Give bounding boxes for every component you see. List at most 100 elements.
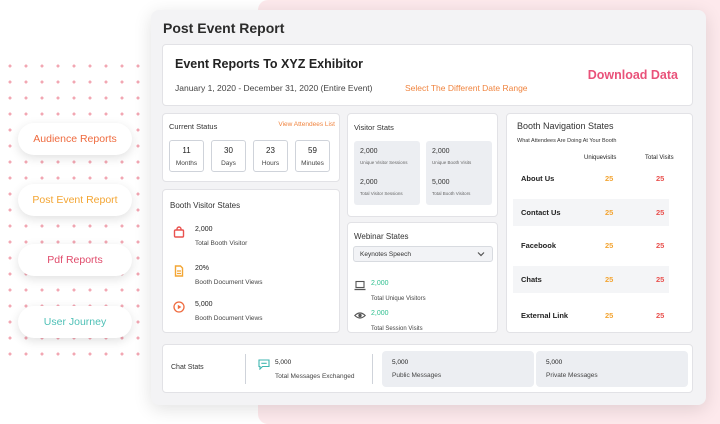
current-status-title: Current Status: [169, 122, 218, 131]
report-panel: Post Event Report Event Reports To XYZ E…: [151, 10, 706, 405]
row-unique: 25: [605, 241, 614, 250]
minutes-label: Minutes: [301, 160, 324, 167]
private-messages-tile: 5,000 Private Messages: [536, 351, 688, 387]
table-row: Chats 25 25: [513, 266, 669, 293]
chat-stats-card: Chat Stats 5,000 Total Messages Exchange…: [162, 344, 693, 393]
stat-label: Total Booth Visitors: [432, 191, 471, 196]
private-messages-value: 5,000: [546, 359, 563, 366]
column-header-unique: Uniquevisits: [584, 155, 617, 161]
visitor-stats-title: Visitor Stats: [354, 123, 394, 132]
booth-navigation-card: Booth Navigation States What Attendees A…: [506, 113, 693, 333]
row-total: 25: [656, 174, 665, 183]
days-value: 30: [224, 146, 233, 155]
row-total: 25: [656, 275, 665, 284]
total-messages-label: Total Messages Exchanged: [275, 373, 355, 380]
row-label: Chats: [521, 275, 542, 284]
view-attendees-link[interactable]: View Attendees List: [278, 121, 335, 128]
hours-box: 23 Hours: [253, 140, 288, 172]
booth-stat-value: 20%: [195, 265, 210, 272]
webinar-session-select[interactable]: Keynotes Speech: [353, 246, 493, 262]
row-label: Contact Us: [521, 208, 561, 217]
hours-label: Hours: [261, 160, 280, 167]
webinar-card: Webinar States Keynotes Speech 2,000 Tot…: [347, 222, 498, 333]
public-messages-value: 5,000: [392, 359, 409, 366]
months-value: 11: [182, 146, 191, 155]
booth-stat-label: Booth Document Views: [195, 279, 263, 286]
stat-value: 2,000: [360, 179, 378, 186]
date-range-text: January 1, 2020 - December 31, 2020 (Ent…: [175, 83, 373, 93]
private-messages-label: Private Messages: [546, 372, 598, 379]
row-unique: 25: [605, 275, 614, 284]
hours-value: 23: [266, 146, 275, 155]
table-row: About Us 25 25: [513, 165, 669, 192]
chat-stats-title: Chat Stats: [171, 364, 204, 371]
chevron-down-icon: [477, 252, 485, 257]
table-row: Facebook 25 25: [513, 232, 669, 259]
webinar-stat-value: 2,000: [371, 280, 389, 287]
sidebar-item-audience-reports[interactable]: Audience Reports: [18, 123, 132, 155]
months-box: 11 Months: [169, 140, 204, 172]
eye-icon: [354, 312, 366, 319]
sidebar-item-label: Pdf Reports: [47, 254, 103, 266]
current-status-card: Current Status View Attendees List 11 Mo…: [162, 113, 340, 182]
minutes-box: 59 Minutes: [295, 140, 330, 172]
column-header-total: Total Visits: [645, 155, 674, 161]
webinar-stat-value: 2,000: [371, 310, 389, 317]
booth-navigation-title: Booth Navigation States: [517, 121, 614, 131]
days-box: 30 Days: [211, 140, 246, 172]
total-messages-value: 5,000: [275, 359, 292, 366]
minutes-value: 59: [308, 146, 317, 155]
report-title: Event Reports To XYZ Exhibitor: [175, 57, 363, 71]
months-label: Months: [175, 160, 198, 167]
stat-label: Unique Booth Visits: [432, 160, 472, 165]
stat-label: Total Visitor Sessions: [360, 191, 403, 196]
row-unique: 25: [605, 174, 614, 183]
divider: [372, 354, 373, 384]
row-label: External Link: [521, 311, 569, 320]
booth-stat-label: Booth Document Views: [195, 315, 263, 322]
row-total: 25: [656, 311, 665, 320]
webinar-title: Webinar States: [354, 232, 409, 241]
table-row: External Link 25 25: [513, 302, 669, 329]
sidebar-item-pdf-reports[interactable]: Pdf Reports: [18, 244, 132, 276]
stat-value: 5,000: [432, 179, 450, 186]
laptop-icon: [354, 280, 366, 291]
visitor-stat-tile: 2,000 Unique Booth Visits 5,000 Total Bo…: [426, 141, 492, 205]
webinar-stat-label: Total Session Visits: [371, 326, 423, 332]
booth-stat-value: 5,000: [195, 301, 213, 308]
sidebar-item-post-event-report[interactable]: Post Event Report: [18, 184, 132, 216]
chat-bubble-icon: [258, 359, 270, 370]
days-label: Days: [221, 160, 236, 167]
visitor-stat-tile: 2,000 Unique Visitor Sessions 2,000 Tota…: [354, 141, 420, 205]
stat-label: Unique Visitor Sessions: [360, 160, 408, 165]
sidebar-item-label: Post Event Report: [32, 194, 118, 206]
booth-navigation-subtitle: What Attendees Are Doing At Your Booth: [517, 138, 617, 144]
row-label: Facebook: [521, 241, 557, 250]
shopping-bag-icon: [173, 226, 185, 238]
sidebar-item-user-journey[interactable]: User Journey: [18, 306, 132, 338]
visitor-stats-card: Visitor Stats 2,000 Unique Visitor Sessi…: [347, 113, 498, 217]
table-row: Contact Us 25 25: [513, 199, 669, 226]
page-title: Post Event Report: [163, 20, 285, 36]
report-header-card: Event Reports To XYZ Exhibitor January 1…: [162, 44, 693, 106]
public-messages-tile: 5,000 Public Messages: [382, 351, 534, 387]
webinar-stat-label: Total Unique Visitors: [371, 296, 426, 302]
row-total: 25: [656, 208, 665, 217]
stat-value: 2,000: [360, 148, 378, 155]
booth-stat-value: 2,000: [195, 226, 213, 233]
booth-visitor-card: Booth Visitor States 2,000 Total Booth V…: [162, 189, 340, 333]
public-messages-label: Public Messages: [392, 372, 442, 379]
sidebar-item-label: Audience Reports: [33, 133, 117, 145]
download-data-button[interactable]: Download Data: [588, 68, 678, 82]
booth-visitor-title: Booth Visitor States: [170, 201, 241, 210]
document-icon: [174, 265, 184, 277]
divider: [245, 354, 246, 384]
play-icon: [173, 301, 185, 313]
change-date-range-link[interactable]: Select The Different Date Range: [405, 83, 528, 93]
sidebar-item-label: User Journey: [43, 316, 107, 328]
row-unique: 25: [605, 311, 614, 320]
booth-stat-label: Total Booth Visitor: [195, 240, 248, 247]
selected-session: Keynotes Speech: [360, 251, 411, 258]
stat-value: 2,000: [432, 148, 450, 155]
row-total: 25: [656, 241, 665, 250]
